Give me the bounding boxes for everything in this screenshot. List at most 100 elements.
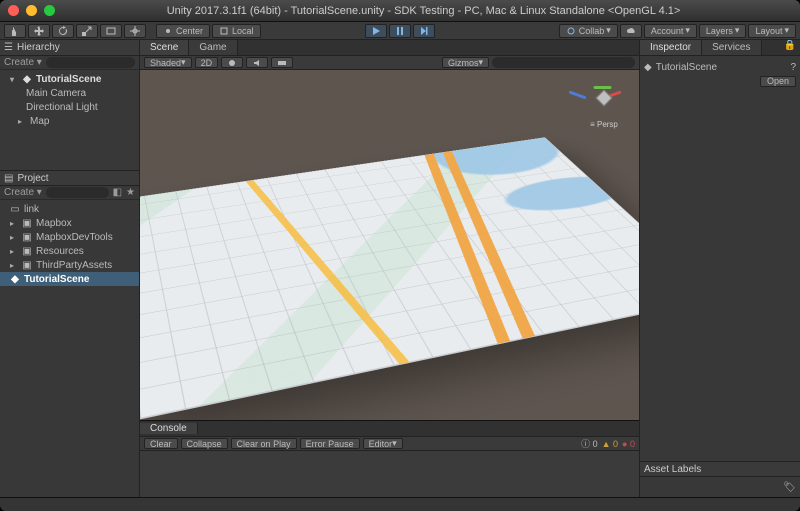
pivot-mode-button[interactable]: Center (156, 24, 210, 38)
project-icon: ▤ (4, 173, 13, 184)
info-icon[interactable]: ⓘ 0 (581, 437, 598, 450)
hand-tool-button[interactable] (4, 24, 26, 38)
window-title: Unity 2017.3.1f1 (64bit) - TutorialScene… (55, 5, 792, 17)
axis-y-icon[interactable] (594, 86, 612, 89)
error-icon[interactable]: ● 0 (622, 439, 635, 449)
chevron-down-icon[interactable]: ▾ (10, 75, 18, 84)
projection-label: Persp (597, 120, 618, 129)
move-tool-button[interactable] (28, 24, 50, 38)
tab-inspector[interactable]: Inspector (640, 40, 702, 55)
editor-body: ☰ Hierarchy Create ▾ ▾ ◆ TutorialScene M… (0, 40, 800, 497)
hierarchy-icon: ☰ (4, 42, 13, 53)
console-editor-button[interactable]: Editor ▾ (363, 438, 403, 449)
hierarchy-search-input[interactable] (46, 57, 135, 68)
project-item-selected[interactable]: ◆TutorialScene (0, 272, 139, 286)
hierarchy-create-button[interactable]: Create ▾ (4, 57, 42, 68)
pause-button[interactable] (389, 24, 411, 38)
asset-labels-title: Asset Labels (644, 464, 701, 475)
audio-button[interactable] (246, 57, 268, 68)
orientation-gizmo[interactable]: ≡ Persp (577, 78, 631, 129)
gizmo-cube-icon[interactable] (596, 90, 613, 107)
hierarchy-header[interactable]: ☰ Hierarchy (0, 40, 139, 56)
shading-mode-button[interactable]: Shaded ▾ (144, 57, 192, 68)
account-button[interactable]: Account▾ (644, 24, 697, 38)
unity-logo-icon: ◆ (644, 62, 652, 73)
inspector-object-name: TutorialScene (656, 62, 717, 73)
project-create-button[interactable]: Create ▾ (4, 187, 42, 198)
inspector-header[interactable]: ◆ TutorialScene ? (644, 60, 796, 74)
minimize-icon[interactable] (26, 5, 37, 16)
scene-search-input[interactable] (492, 57, 635, 68)
tab-console[interactable]: Console (140, 423, 198, 434)
axis-z-icon[interactable] (569, 90, 587, 99)
console-clear-button[interactable]: Clear (144, 438, 178, 449)
project-item[interactable]: ▸▣MapboxDevTools (0, 230, 139, 244)
folder-icon: ▣ (22, 260, 32, 270)
folder-icon: ▣ (22, 218, 32, 228)
collab-button[interactable]: Collab▾ (559, 24, 618, 38)
project-header[interactable]: ▤ Project (0, 170, 139, 186)
app-window: Unity 2017.3.1f1 (64bit) - TutorialScene… (0, 0, 800, 511)
tab-game[interactable]: Game (189, 40, 237, 55)
gizmos-button[interactable]: Gizmos ▾ (442, 57, 489, 68)
scene-row[interactable]: ▾ ◆ TutorialScene (0, 72, 139, 86)
scale-tool-button[interactable] (76, 24, 98, 38)
project-item[interactable]: ▸▣Resources (0, 244, 139, 258)
collab-label: Collab (579, 26, 605, 36)
favorite-icon[interactable]: ★ (126, 187, 135, 198)
play-button[interactable] (365, 24, 387, 38)
filter-icon[interactable]: ◧ (113, 187, 122, 198)
transform-tool-button[interactable] (124, 24, 146, 38)
open-button[interactable]: Open (760, 76, 796, 87)
rotate-tool-button[interactable] (52, 24, 74, 38)
project-item[interactable]: ▸▣ThirdPartyAssets (0, 258, 139, 272)
console-clearonplay-button[interactable]: Clear on Play (231, 438, 297, 449)
chevron-right-icon[interactable]: ▸ (10, 247, 18, 256)
chevron-right-icon[interactable]: ▸ (10, 233, 18, 242)
step-button[interactable] (413, 24, 435, 38)
layout-label: Layout (755, 26, 782, 36)
hierarchy-item[interactable]: Main Camera (0, 86, 139, 100)
project-search-input[interactable] (46, 187, 109, 198)
right-column: Inspector Services 🔒 ◆ TutorialScene ? O… (640, 40, 800, 497)
inspector-tabs: Inspector Services 🔒 (640, 40, 800, 56)
layers-button[interactable]: Layers▾ (699, 24, 747, 38)
chevron-right-icon[interactable]: ▸ (10, 261, 18, 270)
sceneview-tabs: Scene Game (140, 40, 639, 56)
tag-icon[interactable]: 🏷 (783, 482, 796, 493)
asset-labels-header[interactable]: Asset Labels (640, 461, 800, 477)
asset-labels-body: 🏷 (640, 477, 800, 497)
cloud-button[interactable] (620, 24, 642, 38)
console-body[interactable] (140, 451, 639, 497)
project-item[interactable]: ▸▣Mapbox (0, 216, 139, 230)
center-column: Scene Game Shaded ▾ 2D Gizmos ▾ (140, 40, 640, 497)
mode-2d-button[interactable]: 2D (195, 57, 219, 68)
layout-button[interactable]: Layout▾ (748, 24, 796, 38)
fx-button[interactable] (271, 57, 293, 68)
close-icon[interactable] (8, 5, 19, 16)
space-mode-button[interactable]: Local (212, 24, 261, 38)
tab-scene[interactable]: Scene (140, 40, 189, 55)
chevron-right-icon[interactable]: ▸ (18, 117, 26, 126)
chevron-right-icon[interactable]: ▸ (10, 219, 18, 228)
tab-services[interactable]: Services (702, 40, 761, 55)
lighting-button[interactable] (221, 57, 243, 68)
scene-view[interactable]: ≡ Persp (140, 70, 639, 420)
inspector-open-row: Open (644, 74, 796, 88)
hierarchy-item[interactable]: Directional Light (0, 100, 139, 114)
warning-icon[interactable]: ▲ 0 (602, 439, 618, 449)
hierarchy-body: ▾ ◆ TutorialScene Main Camera Directiona… (0, 70, 139, 170)
hierarchy-item[interactable]: ▸Map (0, 114, 139, 128)
lock-icon[interactable]: 🔒 (780, 40, 800, 55)
hierarchy-create-bar: Create ▾ (0, 56, 139, 70)
titlebar[interactable]: Unity 2017.3.1f1 (64bit) - TutorialScene… (0, 0, 800, 22)
rect-tool-button[interactable] (100, 24, 122, 38)
console-collapse-button[interactable]: Collapse (181, 438, 228, 449)
zoom-icon[interactable] (44, 5, 55, 16)
folder-icon: ▣ (22, 232, 32, 242)
console-errorpause-button[interactable]: Error Pause (300, 438, 360, 449)
project-item[interactable]: ▭link (0, 202, 139, 216)
map-plane[interactable] (140, 137, 639, 419)
help-icon[interactable]: ? (790, 62, 796, 73)
console-panel: Console Clear Collapse Clear on Play Err… (140, 420, 639, 497)
